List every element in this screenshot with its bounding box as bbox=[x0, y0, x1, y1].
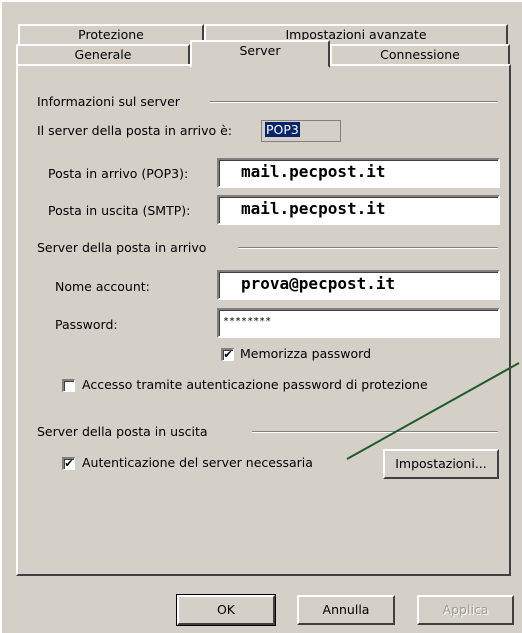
tab-server-label: Server bbox=[239, 43, 281, 58]
ok-button[interactable]: OK bbox=[176, 594, 276, 626]
tab-server[interactable]: Server bbox=[190, 40, 330, 68]
apply-button[interactable]: Applica bbox=[417, 595, 514, 625]
cancel-button[interactable]: Annulla bbox=[297, 595, 395, 625]
annotation-arrow bbox=[346, 362, 520, 460]
